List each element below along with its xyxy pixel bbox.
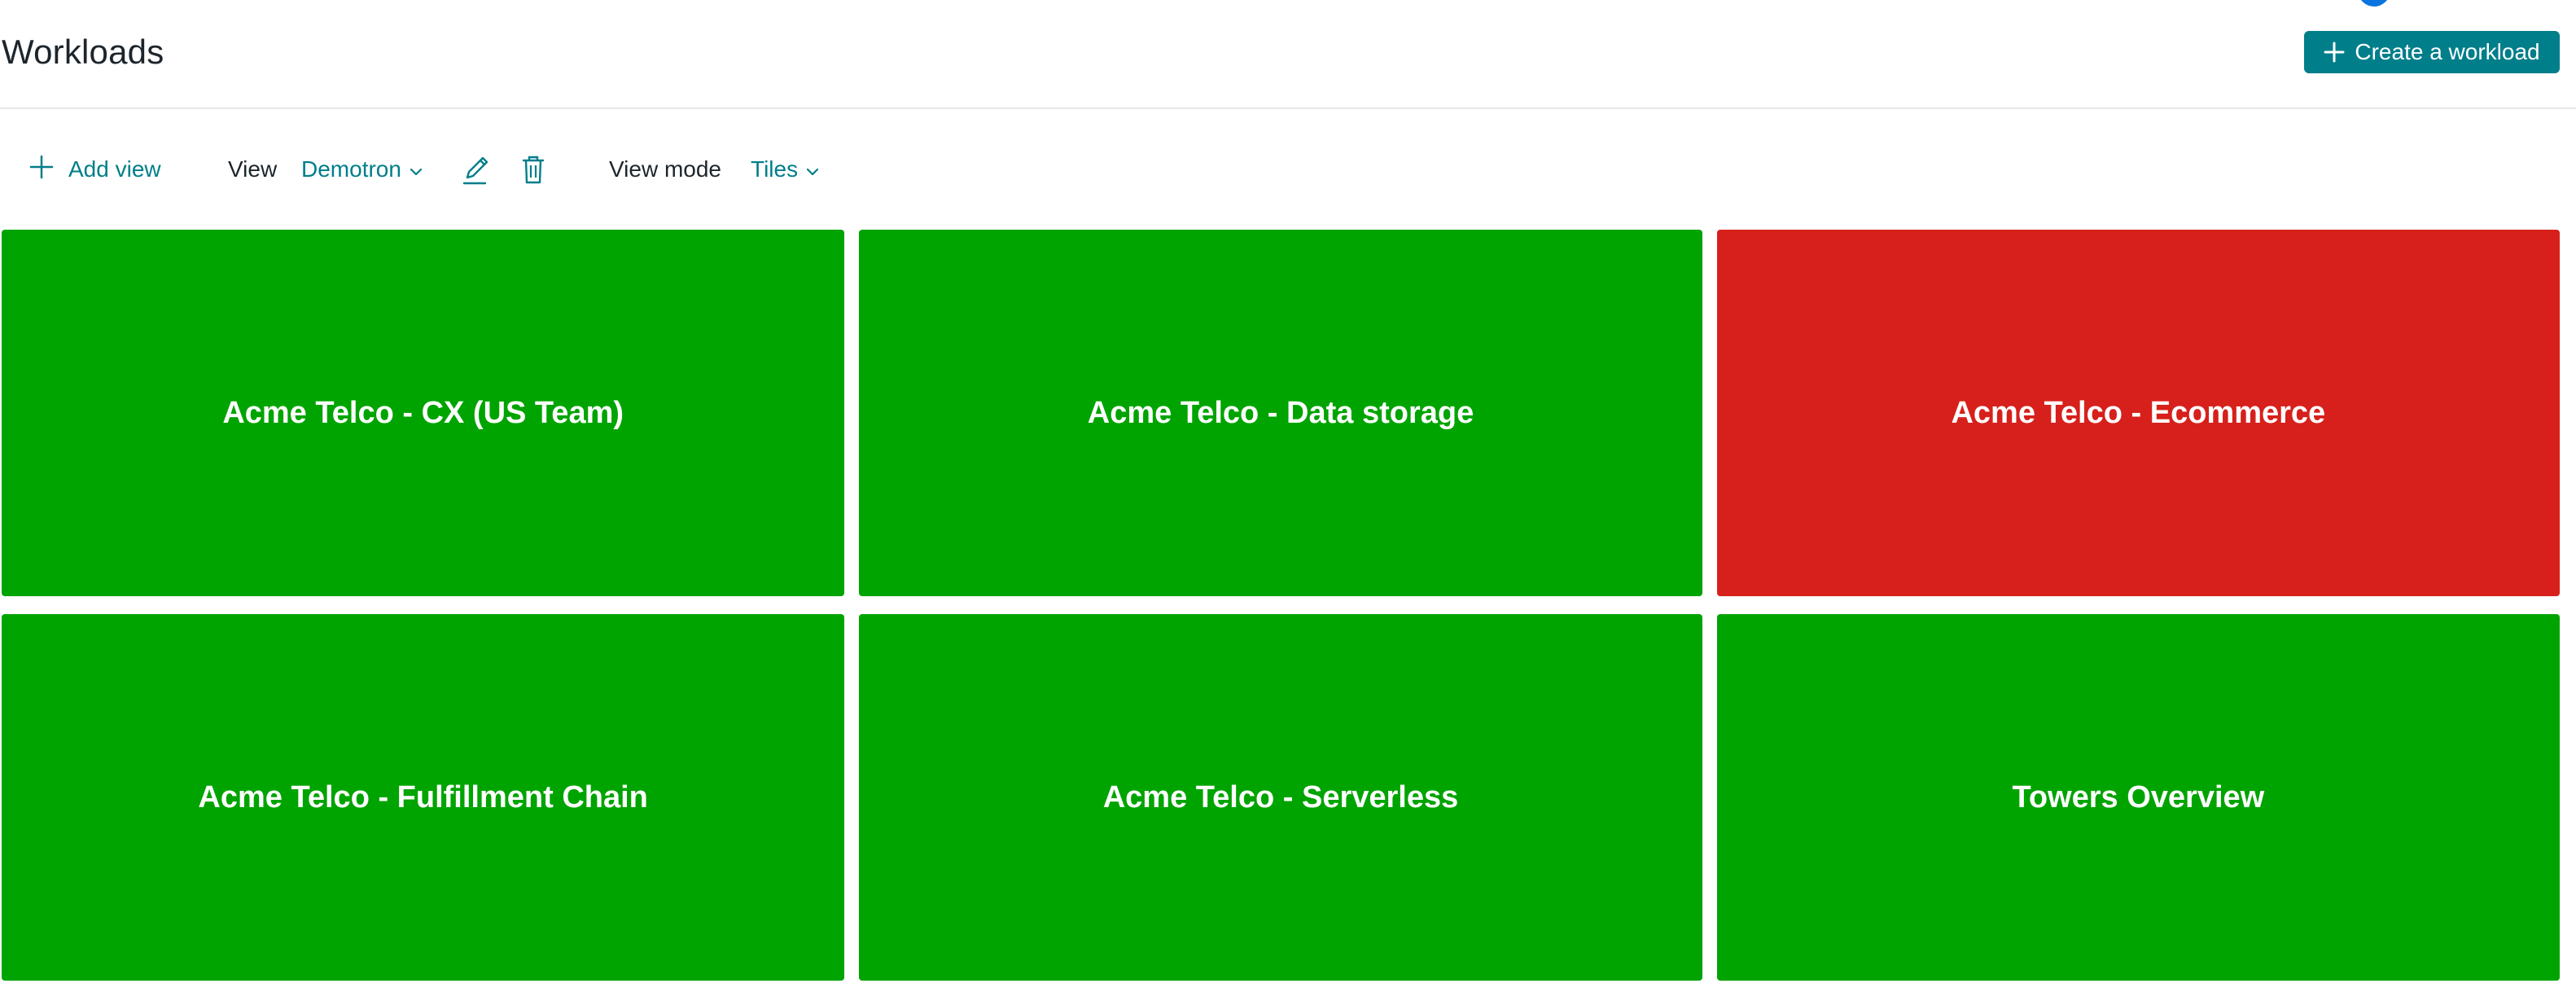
workload-tile-label: Acme Telco - Serverless xyxy=(1102,779,1459,814)
chevron-down-icon xyxy=(410,156,423,182)
add-view-button[interactable]: Add view xyxy=(29,143,161,195)
page-title: Workloads xyxy=(2,33,164,71)
chevron-down-icon xyxy=(806,156,819,182)
workload-tile[interactable]: Acme Telco - Serverless xyxy=(859,614,1702,981)
workload-tile[interactable]: Towers Overview xyxy=(1716,614,2560,981)
create-workload-button[interactable]: Create a workload xyxy=(2304,31,2560,73)
avatar-icon[interactable] xyxy=(2358,0,2390,7)
view-select-value: Demotron xyxy=(301,156,401,182)
trash-icon[interactable] xyxy=(521,143,545,195)
workload-tile[interactable]: Acme Telco - CX (US Team) xyxy=(2,230,845,596)
view-select[interactable]: Demotron xyxy=(301,143,423,195)
create-workload-label: Create a workload xyxy=(2355,39,2540,64)
page-header: Workloads Create a workload xyxy=(0,0,2576,109)
view-label: View xyxy=(228,156,278,182)
workload-tile-label: Acme Telco - Data storage xyxy=(1087,395,1474,430)
view-mode-select[interactable]: Tiles xyxy=(751,143,819,195)
workload-tile-label: Towers Overview xyxy=(2012,779,2265,814)
workload-tiles-grid: Acme Telco - CX (US Team) Acme Telco - D… xyxy=(2,230,2560,981)
workload-tile-label: Acme Telco - CX (US Team) xyxy=(222,395,624,430)
pencil-icon[interactable] xyxy=(461,143,490,195)
workload-tile-label: Acme Telco - Ecommerce xyxy=(1951,395,2326,430)
plus-icon xyxy=(29,155,54,185)
workload-tile[interactable]: Acme Telco - Ecommerce xyxy=(1716,230,2560,596)
workload-tile-label: Acme Telco - Fulfillment Chain xyxy=(198,779,648,814)
workload-tile[interactable]: Acme Telco - Data storage xyxy=(859,230,1702,596)
view-mode-value: Tiles xyxy=(751,156,799,182)
add-view-label: Add view xyxy=(68,156,161,182)
view-mode-label: View mode xyxy=(609,156,722,182)
workload-tile[interactable]: Acme Telco - Fulfillment Chain xyxy=(2,614,845,981)
view-toolbar: Add view View Demotron View mode Tiles xyxy=(0,143,1058,195)
plus-icon xyxy=(2324,42,2345,63)
